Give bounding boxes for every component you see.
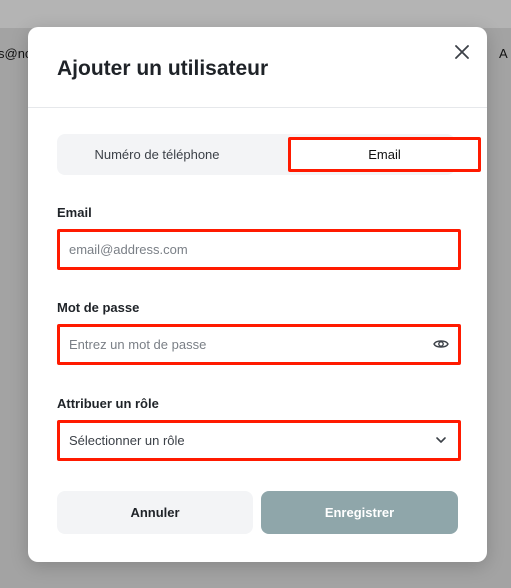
background-email-fragment: s@nc — [0, 46, 32, 61]
role-dropdown-toggle[interactable] — [432, 431, 450, 449]
background-text-fragment: A — [499, 46, 508, 61]
email-field-wrapper — [57, 229, 461, 270]
tab-email[interactable]: Email — [288, 137, 481, 172]
modal-title: Ajouter un utilisateur — [57, 57, 269, 80]
password-visibility-toggle[interactable] — [432, 335, 450, 353]
email-field[interactable] — [60, 234, 409, 265]
save-button[interactable]: Enregistrer — [261, 491, 458, 534]
password-field-wrapper — [57, 324, 461, 365]
modal-header: Ajouter un utilisateur — [28, 27, 487, 108]
close-button[interactable] — [451, 41, 473, 63]
tab-phone-number[interactable]: Numéro de téléphone — [57, 134, 257, 175]
background-topbar — [0, 0, 511, 28]
eye-icon — [433, 340, 449, 348]
password-field[interactable] — [60, 329, 409, 360]
password-label: Mot de passe — [57, 300, 140, 315]
role-select[interactable]: Sélectionner un rôle — [57, 420, 461, 461]
login-method-tabs: Numéro de téléphone Email — [57, 134, 481, 175]
role-select-value: Sélectionner un rôle — [69, 433, 185, 448]
close-icon — [455, 45, 469, 59]
cancel-button[interactable]: Annuler — [57, 491, 253, 534]
email-label: Email — [57, 205, 92, 220]
add-user-modal: Ajouter un utilisateur Numéro de télépho… — [28, 27, 487, 562]
chevron-down-icon — [436, 437, 446, 443]
role-label: Attribuer un rôle — [57, 396, 159, 411]
